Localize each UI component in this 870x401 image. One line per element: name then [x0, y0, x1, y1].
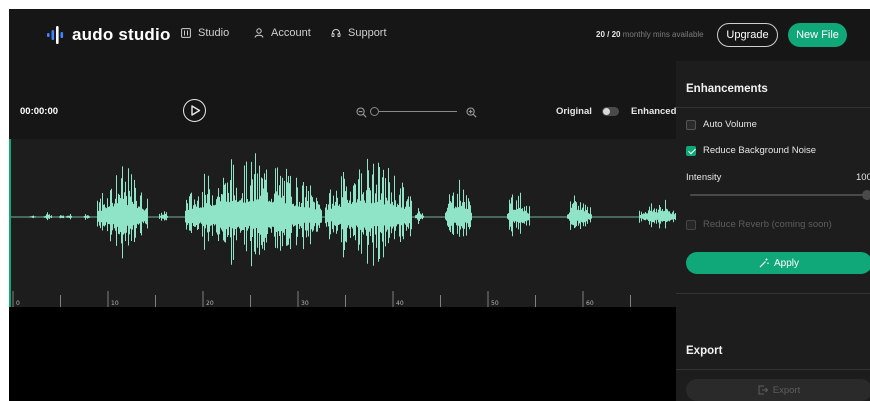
time-display: 00:00:00	[20, 106, 59, 117]
play-button[interactable]	[183, 99, 206, 122]
studio-icon	[181, 28, 191, 38]
nav-account-label: Account	[271, 27, 311, 39]
export-label: Export	[772, 384, 801, 396]
reduce-reverb-label: Reduce Reverb (coming soon)	[703, 219, 832, 230]
enhancements-panel: Enhancements Auto Volume Reduce Backgrou…	[676, 61, 870, 401]
reduce-noise-option[interactable]: Reduce Background Noise	[686, 145, 816, 156]
apply-label: Apply	[773, 257, 799, 269]
playhead[interactable]	[9, 139, 11, 307]
minutes-suffix: monthly mins available	[622, 30, 704, 39]
minutes-count: 20 / 20	[596, 30, 621, 39]
auto-volume-option[interactable]: Auto Volume	[686, 119, 757, 130]
nav-support-label: Support	[348, 27, 387, 39]
export-title: Export	[686, 345, 723, 357]
audo-logo-icon	[47, 26, 64, 44]
zoom-in-icon	[466, 107, 477, 118]
reduce-noise-label: Reduce Background Noise	[703, 145, 817, 156]
top-bar: audo studio Studio Account Support 20 / …	[9, 9, 870, 61]
editor-area: 00:00:00 Original Enhanced 0 10 20 30 40…	[9, 61, 676, 401]
apply-button[interactable]: Apply	[686, 252, 870, 274]
auto-volume-checkbox[interactable]	[686, 119, 696, 130]
nav-studio[interactable]: Studio	[181, 27, 229, 39]
original-label: Original	[556, 106, 592, 117]
logo-text: audo studio	[72, 25, 171, 44]
ruler-label: 10	[111, 300, 119, 307]
timeline-empty-area	[9, 307, 676, 401]
export-button: Export	[686, 379, 870, 401]
toggle-knob	[603, 108, 610, 115]
export-icon	[758, 385, 768, 395]
intensity-label: Intensity	[686, 172, 722, 183]
ruler-label: 30	[301, 300, 309, 307]
ruler-label: 0	[16, 300, 20, 307]
enhancements-title: Enhancements	[686, 83, 768, 95]
zoom-slider-track[interactable]	[377, 111, 457, 112]
divider	[676, 369, 870, 370]
new-file-button[interactable]: New File	[788, 23, 847, 47]
original-enhanced-toggle[interactable]	[602, 107, 619, 116]
waveform[interactable]: 0 10 20 30 40 50 60	[9, 139, 676, 307]
ruler-label: 50	[491, 300, 499, 307]
upgrade-button[interactable]: Upgrade	[717, 23, 778, 47]
zoom-slider-handle[interactable]	[370, 107, 379, 116]
reduce-noise-checkbox[interactable]	[686, 145, 696, 156]
play-icon	[191, 105, 201, 116]
auto-volume-label: Auto Volume	[703, 119, 757, 130]
zoom-in-button[interactable]	[466, 105, 477, 123]
waveform-graphic: 0 10 20 30 40 50 60	[9, 153, 676, 307]
waveform-path	[29, 153, 676, 267]
headset-icon	[331, 29, 341, 37]
logo[interactable]: audo studio	[46, 23, 171, 47]
intensity-slider-handle[interactable]	[862, 190, 870, 200]
app-window: audo studio Studio Account Support 20 / …	[9, 9, 870, 401]
nav-support[interactable]: Support	[331, 27, 387, 39]
ruler-label: 20	[206, 300, 214, 307]
magic-wand-icon	[759, 258, 769, 268]
reduce-reverb-checkbox	[686, 219, 696, 230]
intensity-value: 100	[856, 172, 870, 183]
ruler-label: 40	[396, 300, 404, 307]
enhanced-label: Enhanced	[631, 106, 677, 117]
ruler-label: 60	[586, 300, 594, 307]
zoom-out-icon	[356, 107, 367, 118]
zoom-out-button[interactable]	[356, 105, 367, 123]
divider	[676, 293, 870, 294]
nav-account[interactable]: Account	[254, 27, 311, 39]
reduce-reverb-option: Reduce Reverb (coming soon)	[686, 219, 832, 230]
intensity-slider-track[interactable]	[690, 194, 866, 196]
divider	[676, 107, 870, 108]
user-icon	[254, 28, 264, 38]
nav-studio-label: Studio	[198, 27, 230, 39]
minutes-remaining: 20 / 20 monthly mins available	[596, 30, 704, 39]
